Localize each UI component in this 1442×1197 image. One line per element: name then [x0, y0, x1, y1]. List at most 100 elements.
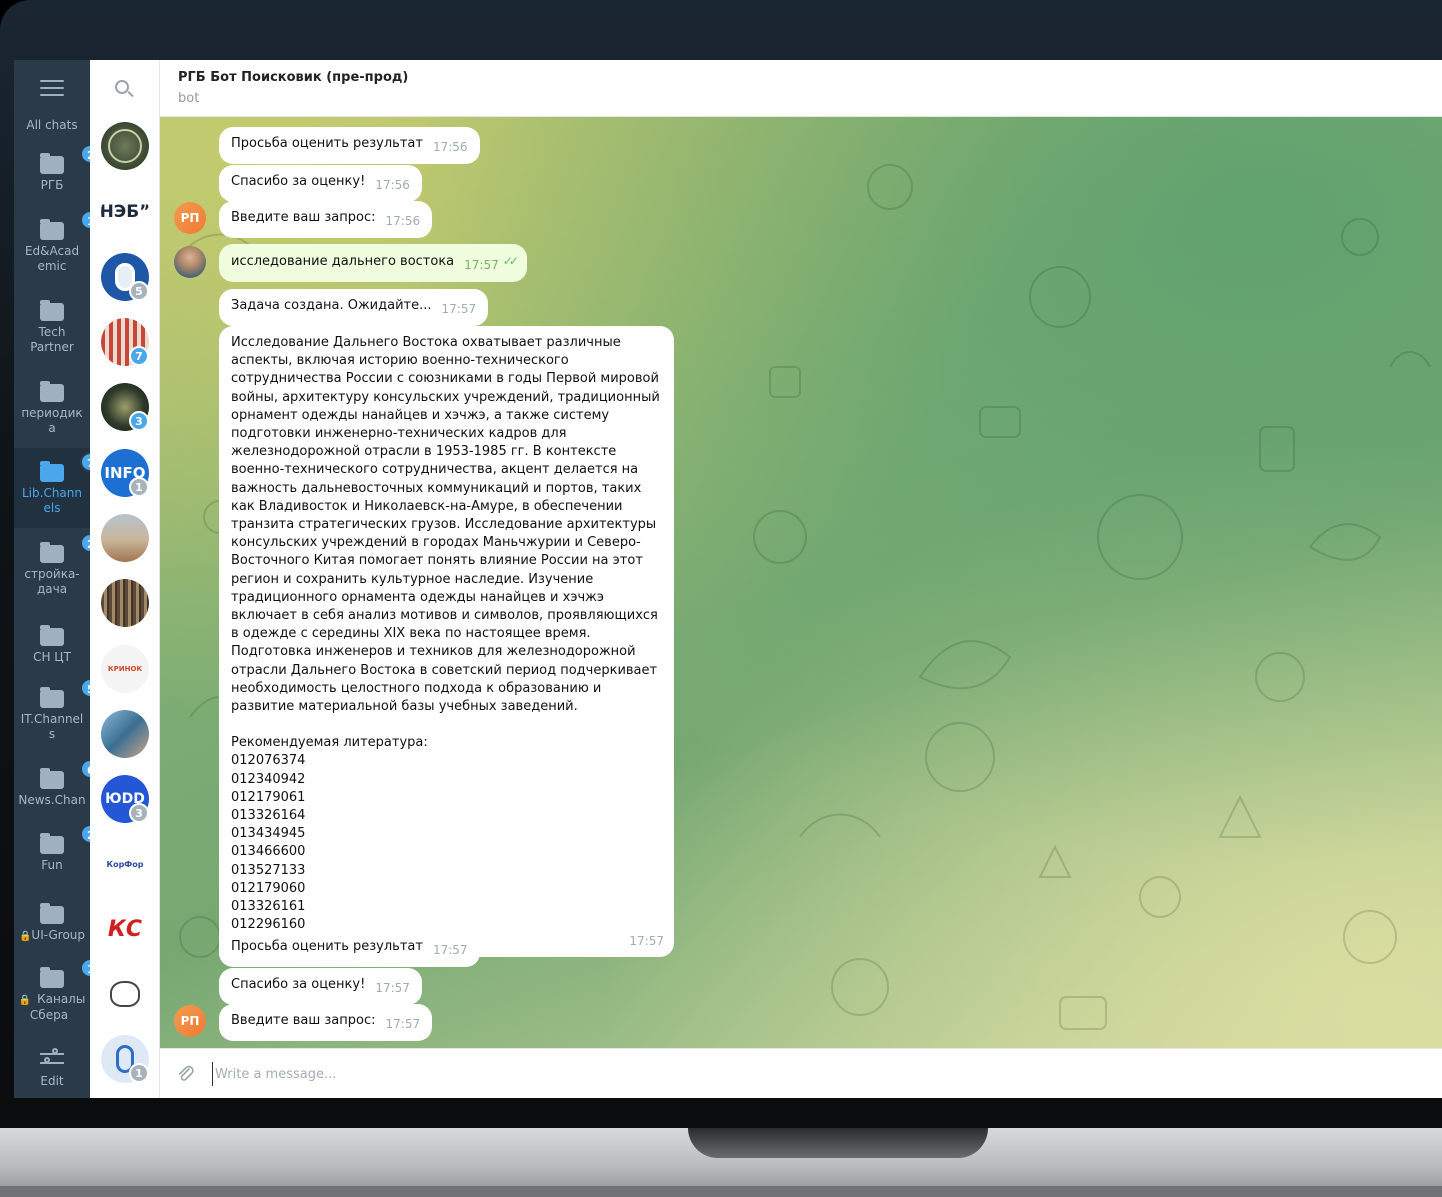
folder-label: CH ЦТ: [33, 650, 71, 664]
message-time: 17:56: [432, 140, 468, 154]
folder-label: Каналы Сбера: [29, 992, 86, 1022]
bot-avatar[interactable]: РП: [174, 202, 206, 234]
answer-message-bubble[interactable]: Исследование Дальнего Востока охватывает…: [219, 326, 674, 957]
message-bubble[interactable]: Введите ваш запрос: 17:57: [219, 1004, 433, 1042]
literature-code: 013326164: [231, 808, 306, 824]
folder-label: периодика: [21, 406, 83, 435]
folder-icon: 2: [40, 824, 102, 854]
chat-avatar-neb[interactable]: НЭБ”: [101, 188, 149, 236]
folder-ui-group[interactable]: 🔒UI-Group: [14, 903, 90, 944]
laptop-notch: [688, 1128, 988, 1158]
chat-list: НЭБ” 5 7 3 INFO 1 КРИНОК ЮDD 3 КорФор КС…: [90, 60, 160, 1098]
folder-edit[interactable]: Edit: [14, 1048, 90, 1089]
literature-code: 012340942: [231, 771, 306, 787]
folder-icon: [40, 381, 64, 402]
seal-logo: [108, 129, 142, 163]
chat-avatar-yudd[interactable]: ЮDD 3: [101, 775, 149, 823]
message-bubble[interactable]: Задача создана. Ожидайте... 17:57: [219, 289, 489, 327]
message-time: 17:56: [375, 178, 410, 192]
folder-icon: [40, 903, 64, 924]
literature-code: 013527133: [231, 862, 306, 878]
chat-avatar-krinok[interactable]: КРИНОК: [101, 645, 149, 693]
chat-avatar-ks[interactable]: КС: [101, 905, 149, 953]
search-icon[interactable]: [115, 80, 135, 100]
folder-icon: [40, 625, 64, 646]
chat-avatar-sketch-animal[interactable]: [101, 970, 149, 1018]
folder-icon: 5: [40, 678, 102, 708]
folder-sidebar: All chats 2 РГБ 1 Ed&Academic Tech Partn…: [14, 60, 110, 1098]
literature-code: 013434945: [231, 826, 306, 842]
chat-avatar-bookshelf[interactable]: [101, 579, 149, 627]
chat-avatar-clip-light[interactable]: 1: [101, 1035, 149, 1083]
chat-title: РГБ Бот Поисковик (пре-прод): [178, 70, 409, 85]
literature-code: 012179060: [231, 880, 306, 896]
user-avatar[interactable]: [174, 246, 206, 278]
message-input[interactable]: [212, 1062, 1112, 1086]
message-bubble[interactable]: Просьба оценить результат 17:56: [219, 127, 480, 165]
folder-ch-ct[interactable]: CH ЦТ: [14, 625, 90, 665]
chat-avatar-book-logo[interactable]: 3: [101, 383, 149, 431]
unread-badge: 1: [129, 1063, 149, 1083]
message-text: Введите ваш запрос:: [231, 1013, 376, 1028]
folder-label: Ed&Academic: [24, 244, 80, 273]
chat-avatar-rgb-seal[interactable]: [101, 122, 149, 170]
double-check-icon: ✓✓: [502, 254, 519, 268]
chat-avatar-phone-qr[interactable]: [101, 710, 149, 758]
folder-icon: 1: [40, 210, 102, 240]
folder-label: UI-Group: [31, 928, 86, 942]
message-time: 17:57: [432, 943, 468, 957]
chat-header[interactable]: РГБ Бот Поисковик (пре-прод) bot: [160, 60, 1442, 117]
folder-all-chats[interactable]: All chats: [14, 118, 90, 133]
folder-label: Fun: [41, 858, 63, 872]
unread-badge: 3: [129, 803, 149, 823]
message-text: Просьба оценить результат: [231, 136, 423, 151]
chat-avatar-landscape[interactable]: [101, 514, 149, 562]
message-bubble[interactable]: Введите ваш запрос: 17:56: [219, 201, 433, 239]
chat-avatar-info[interactable]: INFO 1: [101, 449, 149, 497]
unread-badge: 5: [129, 281, 149, 301]
folder-label: All chats: [26, 118, 78, 132]
folder-icon: [40, 300, 64, 321]
folder-news-chan[interactable]: 62 News.Chan: [14, 759, 110, 808]
message-time: 17:56: [385, 214, 421, 228]
message-text: Просьба оценить результат: [231, 939, 423, 954]
ks-logo: КС: [101, 905, 149, 953]
folder-icon: 1: [40, 958, 102, 988]
message-text: исследование дальнего востока: [231, 254, 455, 269]
folder-icon: 7: [40, 452, 102, 482]
paperclip-icon[interactable]: [176, 1064, 196, 1084]
folder-icon: 2: [40, 144, 102, 174]
message-bubble[interactable]: Спасибо за оценку! 17:57: [219, 968, 422, 1006]
folder-kanaly-sbera[interactable]: 1 🔒Каналы Сбера: [14, 958, 102, 1023]
bot-avatar[interactable]: РП: [174, 1005, 206, 1037]
folder-lib-channels[interactable]: 7 Lib.Channels: [14, 448, 102, 528]
folder-tech-partner[interactable]: Tech Partner: [14, 300, 90, 355]
message-time: 17:57: [629, 934, 664, 949]
krinok-logo: КРИНОК: [101, 645, 149, 693]
message-bubble[interactable]: Просьба оценить результат 17:57: [219, 930, 480, 968]
literature-code: 013326161: [231, 899, 306, 915]
folder-stroika-dacha[interactable]: 2 стройка-дача: [14, 533, 102, 597]
hamburger-icon[interactable]: [40, 80, 64, 98]
folder-icon: 2: [40, 533, 102, 563]
folder-rgb[interactable]: 2 РГБ: [14, 144, 102, 193]
chat-subtitle: bot: [178, 91, 200, 106]
folder-fun[interactable]: 2 Fun: [14, 824, 102, 873]
message-time: 17:57: [385, 1017, 421, 1031]
folder-it-channels[interactable]: 5 IT.Channels: [14, 678, 102, 742]
outgoing-message-bubble[interactable]: исследование дальнего востока 17:57 ✓✓: [219, 244, 527, 283]
folder-ed-academic[interactable]: 1 Ed&Academic: [14, 210, 102, 274]
folder-label: РГБ: [40, 178, 64, 192]
chat-avatar-korfor[interactable]: КорФор: [101, 840, 149, 888]
neb-logo: НЭБ”: [101, 188, 149, 236]
message-time: 17:57: [464, 258, 499, 272]
message-time: 17:57: [375, 981, 410, 995]
chat-avatar-clip-channel[interactable]: 5: [101, 253, 149, 301]
folder-periodika[interactable]: периодика: [14, 381, 90, 436]
folder-label: News.Chan: [18, 793, 86, 807]
unread-badge: 1: [129, 477, 149, 497]
chat-avatar-library-building[interactable]: 7: [101, 318, 149, 366]
message-bubble[interactable]: Спасибо за оценку! 17:56: [219, 165, 422, 203]
literature-code: 012076374: [231, 753, 306, 769]
message-time: 17:57: [441, 302, 477, 316]
